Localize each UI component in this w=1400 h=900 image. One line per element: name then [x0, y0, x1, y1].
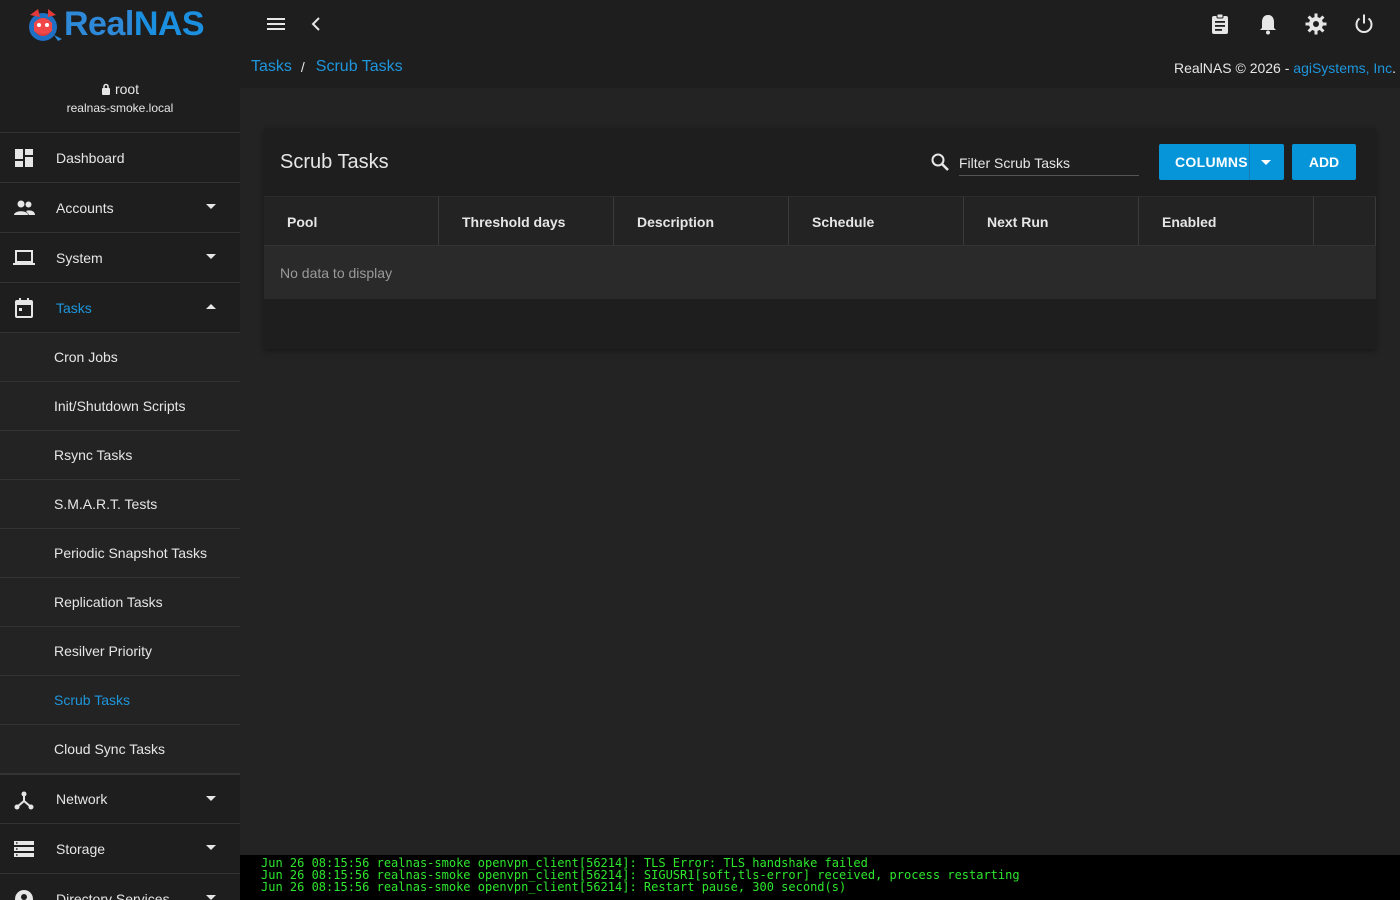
sidebar-item-directory-services[interactable]: Directory Services	[0, 874, 240, 900]
sidebar: root realnas-smoke.local Dashboard Accou…	[0, 48, 240, 900]
sidebar-subitem-scrub-tasks[interactable]: Scrub Tasks	[0, 676, 240, 725]
directory-icon	[12, 887, 36, 900]
sidebar-item-storage[interactable]: Storage	[0, 824, 240, 874]
sidebar-item-system[interactable]: System	[0, 233, 240, 283]
caret-down-icon	[206, 796, 216, 801]
power-icon[interactable]	[1352, 12, 1376, 36]
sidebar-item-accounts[interactable]: Accounts	[0, 183, 240, 233]
caret-down-icon	[206, 895, 216, 900]
sidebar-subitem-periodic-snapshot-tasks[interactable]: Periodic Snapshot Tasks	[0, 529, 240, 578]
breadcrumb-scrub-tasks[interactable]: Scrub Tasks	[316, 58, 403, 76]
copyright-suffix: .	[1392, 60, 1396, 76]
column-header-schedule[interactable]: Schedule	[789, 197, 964, 246]
user-info: root realnas-smoke.local	[0, 48, 240, 133]
caret-down-icon	[206, 254, 216, 259]
column-header-pool[interactable]: Pool	[264, 197, 439, 246]
column-header-enabled[interactable]: Enabled	[1139, 197, 1314, 246]
sidebar-item-tasks[interactable]: Tasks	[0, 283, 240, 333]
chevron-left-icon[interactable]	[304, 12, 328, 36]
people-icon	[12, 196, 36, 220]
column-header-threshold-days[interactable]: Threshold days	[439, 197, 614, 246]
columns-button[interactable]: COLUMNS	[1159, 144, 1284, 180]
sidebar-subitem-rsync-tasks[interactable]: Rsync Tasks	[0, 431, 240, 480]
column-header-actions	[1314, 197, 1376, 246]
network-icon	[12, 788, 36, 812]
user-name: root	[114, 81, 140, 97]
laptop-icon	[12, 246, 36, 270]
lock-icon	[101, 83, 110, 95]
copyright-text: RealNAS © 2026 -	[1174, 60, 1294, 76]
logo-badge-icon	[24, 5, 66, 43]
storage-icon	[12, 837, 36, 861]
sidebar-item-network[interactable]: Network	[0, 774, 240, 824]
breadcrumb-tasks[interactable]: Tasks	[251, 58, 292, 76]
sidebar-subitem-smart-tests[interactable]: S.M.A.R.T. Tests	[0, 480, 240, 529]
menu-icon[interactable]	[264, 12, 288, 36]
copyright: RealNAS © 2026 - agiSystems, Inc.	[1174, 60, 1396, 76]
console-log: Jun 26 08:15:56 realnas-smoke openvpn_cl…	[240, 855, 1400, 900]
breadcrumb: Tasks / Scrub Tasks	[251, 58, 403, 76]
caret-down-icon	[206, 204, 216, 209]
caret-up-icon	[206, 304, 216, 309]
page-title: Scrub Tasks	[280, 151, 389, 173]
sidebar-item-label: Network	[56, 791, 108, 807]
caret-down-icon[interactable]	[1261, 160, 1271, 165]
columns-button-label: COLUMNS	[1175, 154, 1248, 170]
sidebar-subitem-replication-tasks[interactable]: Replication Tasks	[0, 578, 240, 627]
table-header: Pool Threshold days Description Schedule…	[264, 196, 1376, 246]
host-name: realnas-smoke.local	[66, 101, 174, 115]
search-icon	[930, 152, 950, 172]
console-line: Jun 26 08:15:56 realnas-smoke openvpn_cl…	[261, 880, 847, 894]
breadcrumb-bar: Tasks / Scrub Tasks RealNAS © 2026 - agi…	[240, 48, 1400, 88]
sidebar-item-label: Directory Services	[56, 890, 170, 900]
sidebar-subitem-resilver-priority[interactable]: Resilver Priority	[0, 627, 240, 676]
sidebar-subitem-cloud-sync-tasks[interactable]: Cloud Sync Tasks	[0, 725, 240, 774]
sidebar-item-label: Storage	[56, 840, 106, 857]
company-link[interactable]: agiSystems, Inc	[1293, 60, 1392, 76]
breadcrumb-separator: /	[300, 59, 305, 75]
sidebar-item-label: System	[56, 249, 103, 266]
top-bar: RealNAS	[0, 0, 1400, 48]
gear-icon[interactable]	[1304, 12, 1328, 36]
realnas-logo[interactable]: RealNAS	[0, 0, 240, 48]
sidebar-item-dashboard[interactable]: Dashboard	[0, 133, 240, 183]
calendar-icon	[12, 296, 36, 320]
user-name-row: root	[0, 81, 240, 97]
sidebar-item-label: Accounts	[56, 199, 114, 216]
column-header-description[interactable]: Description	[614, 197, 789, 246]
bell-icon[interactable]	[1256, 12, 1280, 36]
logo-text: RealNAS	[64, 5, 205, 43]
sidebar-item-label: Tasks	[56, 299, 92, 316]
sidebar-subitem-init-shutdown-scripts[interactable]: Init/Shutdown Scripts	[0, 382, 240, 431]
scrub-tasks-card: Scrub Tasks COLUMNS ADD Pool Threshold d…	[264, 128, 1376, 349]
dashboard-icon	[12, 146, 36, 170]
sidebar-subitem-cron-jobs[interactable]: Cron Jobs	[0, 333, 240, 382]
add-button[interactable]: ADD	[1292, 144, 1356, 180]
filter-box	[930, 150, 1139, 177]
caret-down-icon	[206, 845, 216, 850]
clipboard-icon[interactable]	[1208, 12, 1232, 36]
empty-table-message: No data to display	[264, 245, 1376, 299]
column-header-next-run[interactable]: Next Run	[964, 197, 1139, 246]
sidebar-item-label: Dashboard	[56, 149, 125, 166]
button-divider	[1249, 144, 1250, 180]
filter-input[interactable]	[959, 150, 1139, 176]
